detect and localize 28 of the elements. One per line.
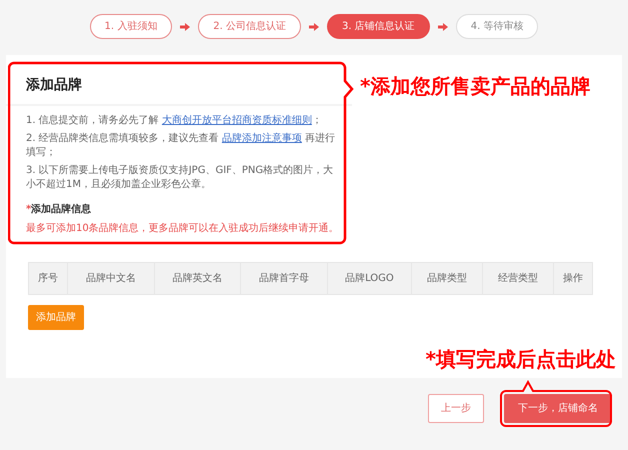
column-header: 品牌英文名	[154, 262, 241, 294]
arrow-icon	[180, 22, 190, 30]
step-item: 4. 等待审核	[456, 14, 538, 39]
arrow-icon	[309, 22, 319, 30]
hint-text: 最多可添加10条品牌信息，更多品牌可以在入驻成功后继续申请开通。	[26, 222, 340, 236]
column-header: 序号	[28, 262, 68, 294]
panel-title: 添加品牌	[6, 65, 352, 106]
rule-link[interactable]: 品牌添加注意事项	[222, 133, 302, 144]
next-button[interactable]: 下一步，店铺命名	[504, 394, 612, 423]
column-header: 品牌首字母	[240, 262, 328, 294]
arrow-icon	[438, 22, 448, 30]
column-header: 品牌LOGO	[327, 262, 412, 294]
instruction-text: 1. 信息提交前，请务必先了解 大商创开放平台招商资质标准细则；	[26, 114, 323, 128]
column-header: 经营类型	[482, 262, 554, 294]
annotation-text: *添加您所售卖产品的品牌	[360, 75, 590, 97]
add-brand-button[interactable]: 添加品牌	[28, 305, 84, 330]
annotation-text: *填写完成后点击此处	[426, 348, 616, 370]
column-header: 品牌中文名	[68, 262, 154, 294]
step-item: 1. 入驻须知	[90, 14, 172, 39]
instruction-text: 3. 以下所需要上传电子版资质仅支持JPG、GIF、PNG格式的图片，大小不超过1M，且必须加盖企业彩色公章。	[26, 164, 334, 192]
step-item: 2. 公司信息认证	[198, 14, 301, 39]
column-header: 品牌类型	[412, 262, 482, 294]
previous-button[interactable]: 上一步	[428, 394, 484, 423]
section-title: *添加品牌信息	[26, 202, 92, 217]
step-item: 3. 店铺信息认证	[327, 14, 430, 39]
column-header: 操作	[553, 262, 592, 294]
instruction-text: 2. 经营品牌类信息需填项较多，建议先查看 品牌添加注意事项 再进行填写；	[26, 132, 336, 160]
rule-link[interactable]: 大商创开放平台招商资质标准细则	[162, 115, 312, 126]
